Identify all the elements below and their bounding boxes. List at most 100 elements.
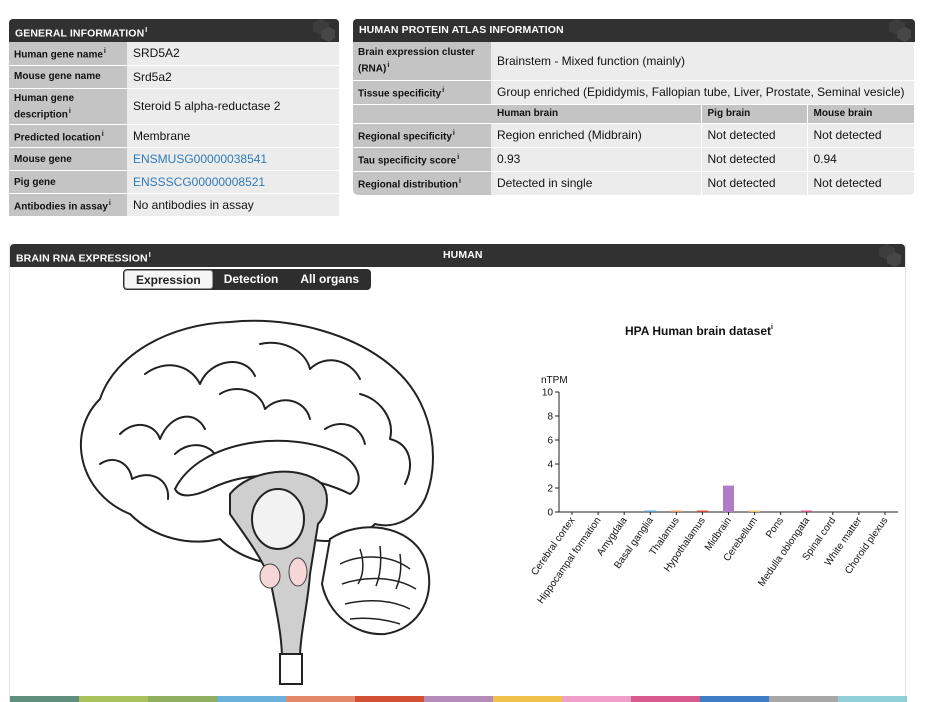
table-row: Tissue specificityi Group enriched (Epid… <box>353 80 915 105</box>
row-key: Regional specificity <box>358 131 452 143</box>
row-value: Detected in single <box>491 171 702 196</box>
bar-thalamus[interactable] <box>670 510 682 513</box>
row-key: Mouse gene name <box>14 71 101 82</box>
info-icon[interactable]: i <box>69 108 71 115</box>
row-key: Tau specificity score <box>358 155 457 167</box>
info-icon[interactable]: i <box>149 252 151 259</box>
brain-expression-bar-chart: HPA Human brain dataset i nTPM 0 2 4 6 8 10 C… <box>529 324 898 606</box>
tab-detection[interactable]: Detection <box>213 270 290 289</box>
row-key: Predicted location <box>14 132 101 144</box>
tab-expression[interactable]: Expression <box>124 270 213 289</box>
table-subheader-row: Human brain Pig brain Mouse brain <box>353 104 915 124</box>
info-icon[interactable]: i <box>104 48 106 55</box>
color-swatch <box>838 696 907 702</box>
table-row: Pig gene ENSSSCG00000008521 <box>9 170 339 195</box>
row-value: Not detected <box>701 123 808 148</box>
info-icon[interactable]: i <box>453 130 455 137</box>
y-tick-label: 10 <box>542 388 554 399</box>
brain-rna-expression-header: BRAIN RNA EXPRESSIONi HUMAN <box>10 244 905 267</box>
info-icon[interactable]: i <box>387 62 389 69</box>
bar-cerebellum[interactable] <box>749 510 761 513</box>
species-label: HUMAN <box>443 249 483 261</box>
color-swatch <box>148 696 217 702</box>
info-icon[interactable]: i <box>102 131 104 138</box>
y-tick-label: 0 <box>547 508 553 519</box>
hpa-information-table: Brain expression cluster (RNA)i Brainste… <box>353 42 915 196</box>
info-icon[interactable]: i <box>109 200 111 207</box>
table-row: Tau specificity scorei 0.93 Not detected… <box>353 147 915 172</box>
color-swatch <box>355 696 424 702</box>
row-key: Pig gene <box>14 176 56 188</box>
row-value: Steroid 5 alpha-reductase 2 <box>127 88 339 125</box>
row-key: Mouse gene <box>14 153 72 165</box>
y-tick-label: 8 <box>547 412 553 423</box>
brain-illustration <box>79 319 434 685</box>
info-icon[interactable]: i <box>457 154 459 161</box>
general-information-header: GENERAL INFORMATIONi <box>9 19 339 42</box>
color-swatch <box>769 696 838 702</box>
row-value: Membrane <box>127 124 339 149</box>
row-value: Not detected <box>701 171 808 196</box>
chart-title-info-icon[interactable]: i <box>771 324 773 331</box>
row-value: Not detected <box>701 147 808 172</box>
row-value: Not detected <box>807 123 915 148</box>
row-value: Region enriched (Midbrain) <box>491 123 702 148</box>
row-value: 0.93 <box>491 147 702 172</box>
hpa-information-title: HUMAN PROTEIN ATLAS INFORMATION <box>359 24 564 36</box>
row-key: Human gene name <box>14 49 103 61</box>
column-header: Human brain <box>491 104 702 124</box>
table-row: Human gene namei SRD5A2 <box>9 42 339 66</box>
brain-view-tabs: Expression Detection All organs <box>123 269 372 290</box>
x-tick-label: Pons <box>764 515 786 540</box>
row-value: No antibodies in assay <box>127 193 339 218</box>
brain-rna-expression-title: BRAIN RNA EXPRESSION <box>16 252 148 265</box>
row-key: Tissue specificity <box>358 88 442 100</box>
table-row: Regional distributioni Detected in singl… <box>353 171 915 196</box>
row-value: 0.94 <box>807 147 915 172</box>
table-row: Predicted locationi Membrane <box>9 124 339 149</box>
bar-basal-ganglia[interactable] <box>644 510 656 513</box>
row-key: Antibodies in assay <box>14 201 108 213</box>
table-row: Mouse gene ENSMUSG00000038541 <box>9 147 339 172</box>
color-swatch <box>286 696 355 702</box>
hexagon-decoration-icon <box>313 19 335 42</box>
y-tick-label: 2 <box>547 484 553 495</box>
mouse-gene-link[interactable]: ENSMUSG00000038541 <box>133 152 267 166</box>
table-row: Brain expression cluster (RNA)i Brainste… <box>353 42 915 81</box>
brain-rna-expression-panel: BRAIN RNA EXPRESSIONi HUMAN Expression D… <box>9 244 907 702</box>
table-row: Human gene descriptioni Steroid 5 alpha-r… <box>9 88 339 125</box>
color-swatch <box>493 696 562 702</box>
color-swatch <box>700 696 769 702</box>
info-icon[interactable]: i <box>442 87 444 94</box>
hpa-information-header: HUMAN PROTEIN ATLAS INFORMATION <box>353 19 915 42</box>
bar-midbrain[interactable] <box>723 485 734 512</box>
info-icon[interactable]: i <box>145 27 147 34</box>
chart-title: HPA Human brain dataset <box>625 324 771 338</box>
chart-axes: 0 2 4 6 8 10 <box>542 388 898 519</box>
general-information-table: Human gene namei SRD5A2 Mouse gene name Sr… <box>9 42 339 218</box>
table-row: Antibodies in assayi No antibodies in ass… <box>9 193 339 218</box>
row-value: Group enriched (Epididymis, Fallopian tu… <box>491 80 915 105</box>
color-swatch <box>424 696 493 702</box>
table-row: Regional specificityi Region enriched (M… <box>353 123 915 148</box>
color-swatch <box>79 696 148 702</box>
hpa-information-panel: HUMAN PROTEIN ATLAS INFORMATION Brain ex… <box>353 19 915 197</box>
chart-x-labels: Cerebral cortexHippocampal formationAmyg… <box>529 512 890 606</box>
info-icon[interactable]: i <box>459 178 461 185</box>
general-information-title: GENERAL INFORMATION <box>15 27 145 40</box>
row-value: SRD5A2 <box>127 42 339 66</box>
bar-hypothalamus[interactable] <box>696 510 708 513</box>
bar-medulla-oblongata[interactable] <box>801 510 813 513</box>
column-header: Pig brain <box>701 104 808 124</box>
row-value: Brainstem - Mixed function (mainly) <box>491 42 915 81</box>
row-key: Regional distribution <box>358 179 458 191</box>
row-value: Not detected <box>807 171 915 196</box>
hexagon-decoration-icon <box>889 19 911 42</box>
tab-all-organs[interactable]: All organs <box>289 270 370 289</box>
column-header: Mouse brain <box>807 104 915 124</box>
y-tick-label: 4 <box>547 460 553 471</box>
hexagon-decoration-icon <box>879 244 901 267</box>
pig-gene-link[interactable]: ENSSSCG00000008521 <box>133 175 265 189</box>
color-swatch <box>631 696 700 702</box>
row-key: Human gene description <box>14 92 75 120</box>
